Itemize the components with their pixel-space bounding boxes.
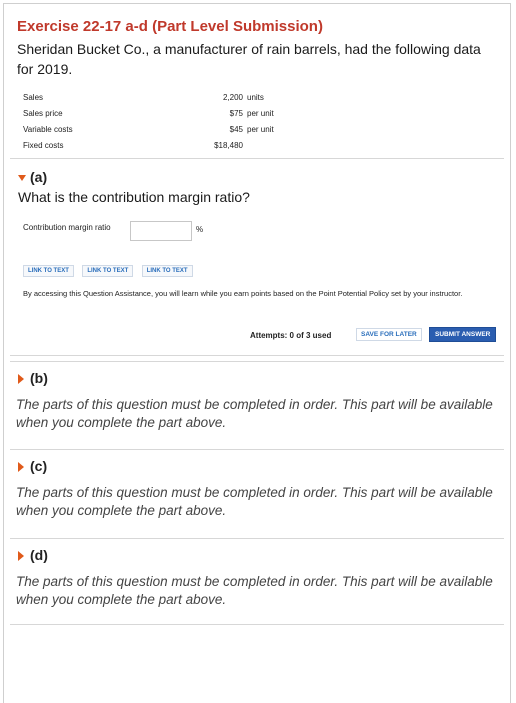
data-value: 2,200 bbox=[222, 93, 243, 102]
exercise-header: Exercise 22-17 a-d (Part Level Submissio… bbox=[4, 4, 510, 173]
part-c-section: (c) The parts of this question must be c… bbox=[10, 449, 504, 520]
assistance-notice: By accessing this Question Assistance, y… bbox=[23, 289, 463, 298]
expand-arrow-icon bbox=[18, 462, 24, 473]
part-a-label: (a) bbox=[30, 169, 48, 185]
part-b-section: (b) The parts of this question must be c… bbox=[10, 361, 504, 432]
data-unit: per unit bbox=[247, 109, 274, 118]
save-for-later-button[interactable]: SAVE FOR LATER bbox=[356, 328, 422, 341]
part-d-label: (d) bbox=[30, 547, 48, 563]
part-a-section: (a) What is the contribution margin rati… bbox=[10, 158, 504, 356]
data-unit: per unit bbox=[247, 125, 274, 134]
bottom-divider bbox=[10, 624, 504, 625]
data-label: Sales bbox=[23, 93, 44, 102]
data-unit: units bbox=[247, 93, 264, 102]
expand-arrow-icon bbox=[18, 551, 24, 562]
data-label: Variable costs bbox=[23, 125, 73, 134]
contribution-margin-input[interactable] bbox=[130, 221, 192, 241]
collapse-arrow-icon[interactable] bbox=[18, 175, 26, 182]
link-to-text-group: LINK TO TEXT LINK TO TEXT LINK TO TEXT bbox=[23, 259, 197, 277]
part-b-locked-message: The parts of this question must be compl… bbox=[16, 397, 493, 430]
part-a-header[interactable]: (a) bbox=[18, 169, 504, 185]
data-value: $45 bbox=[229, 125, 243, 134]
part-b-label: (b) bbox=[30, 370, 48, 386]
submit-answer-button[interactable]: SUBMIT ANSWER bbox=[429, 327, 497, 342]
link-to-text-button[interactable]: LINK TO TEXT bbox=[82, 265, 134, 277]
link-to-text-button[interactable]: LINK TO TEXT bbox=[141, 265, 193, 277]
part-c-header: (c) bbox=[10, 458, 504, 474]
data-value: $18,480 bbox=[214, 141, 243, 150]
data-value: $75 bbox=[229, 109, 243, 118]
exercise-intro: Sheridan Bucket Co., a manufacturer of r… bbox=[17, 41, 481, 77]
part-a-question: What is the contribution margin ratio? bbox=[18, 189, 250, 205]
link-to-text-button[interactable]: LINK TO TEXT bbox=[23, 265, 74, 277]
attempts-counter: Attempts: 0 of 3 used bbox=[250, 331, 332, 340]
part-d-header: (d) bbox=[10, 547, 504, 563]
part-b-header: (b) bbox=[10, 370, 504, 386]
data-label: Fixed costs bbox=[23, 141, 64, 150]
contribution-margin-label: Contribution margin ratio bbox=[23, 223, 111, 232]
exercise-title: Exercise 22-17 a-d (Part Level Submissio… bbox=[17, 18, 323, 35]
percent-symbol: % bbox=[196, 225, 204, 234]
part-c-locked-message: The parts of this question must be compl… bbox=[16, 485, 493, 518]
part-d-section: (d) The parts of this question must be c… bbox=[10, 538, 504, 609]
part-c-label: (c) bbox=[30, 458, 48, 474]
exercise-panel: Exercise 22-17 a-d (Part Level Submissio… bbox=[3, 3, 511, 703]
expand-arrow-icon bbox=[18, 374, 24, 385]
data-label: Sales price bbox=[23, 109, 63, 118]
part-d-locked-message: The parts of this question must be compl… bbox=[16, 574, 493, 607]
